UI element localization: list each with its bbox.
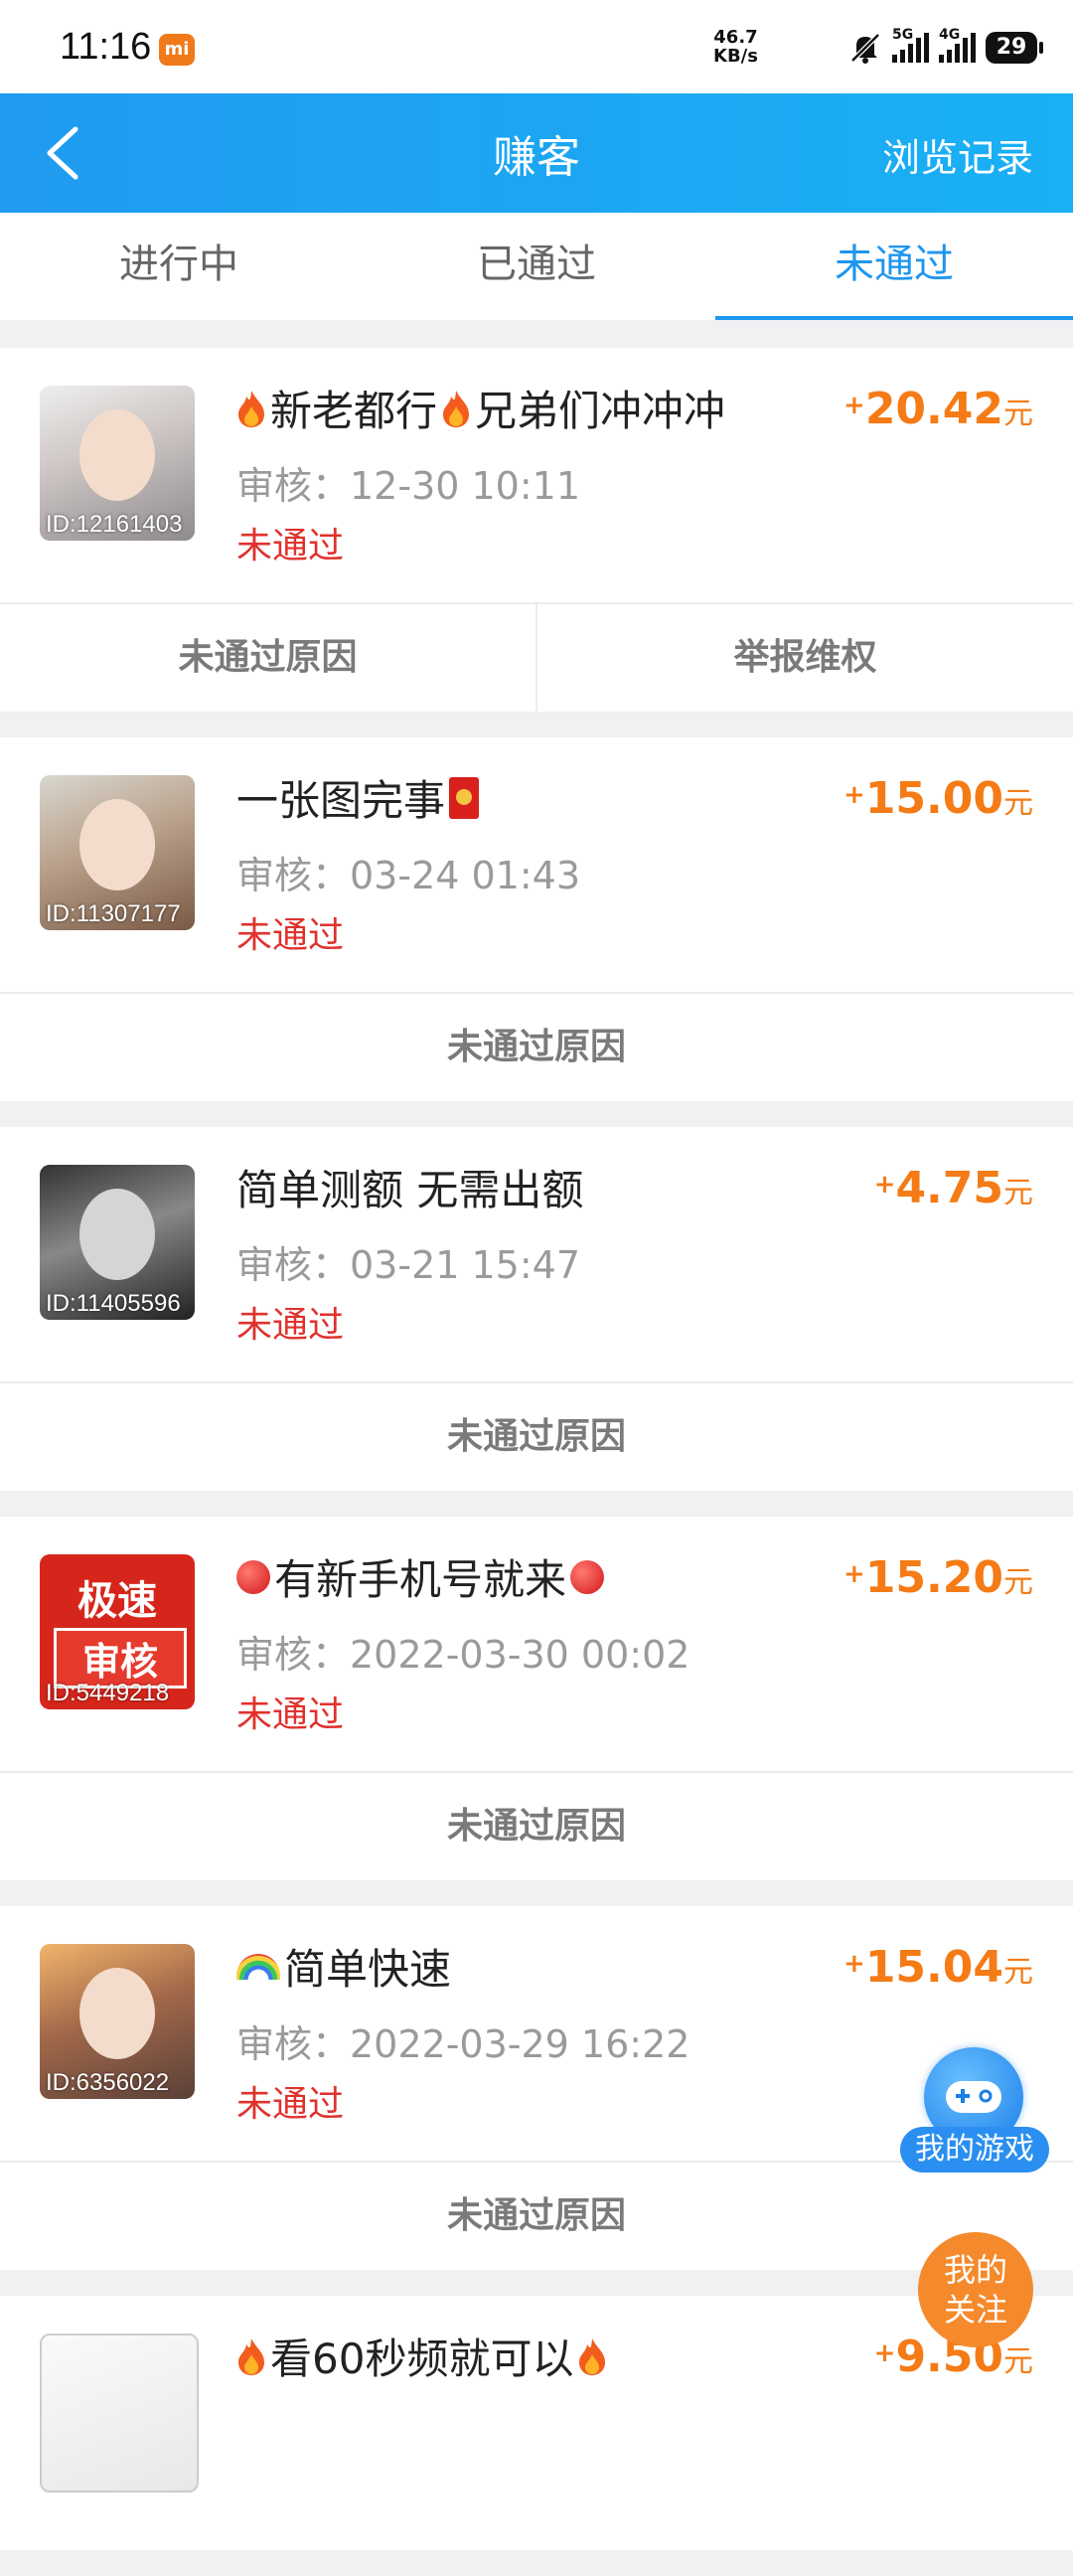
avatar-text-top: 极速 (77, 1578, 157, 1624)
task-title: 简单快速 (236, 1936, 451, 1997)
net-speed-unit: KB/s (713, 46, 758, 67)
task-card-body[interactable]: ID:11405596 简单测额 无需出额 审核：03-21 15:47 未通过… (0, 1127, 1073, 1381)
reward-amount: +15.00元 (843, 773, 1033, 824)
task-title-text: 新老都行 (270, 387, 438, 435)
avatar: ID:11405596 (40, 1165, 195, 1320)
task-card[interactable]: 极速 审核 ID:5449218 有新手机号就来 审核：2022-03-30 0… (0, 1517, 1073, 1880)
fire-icon (236, 389, 266, 428)
review-time: 审核：03-21 15:47 (236, 1243, 581, 1287)
red-circle-icon (236, 1559, 270, 1594)
net-speed-value: 46.7 (713, 27, 758, 48)
task-actions: 未通过原因 (0, 1771, 1073, 1880)
tab-in-progress[interactable]: 进行中 (0, 213, 358, 320)
net-speed: 46.7 KB/s (713, 28, 758, 66)
avatar: ID:12161403 (40, 386, 195, 541)
task-title-text: 简单快速 (284, 1945, 452, 1994)
task-title: 有新手机号就来 (236, 1546, 605, 1607)
signal-5g-icon: 5G (892, 27, 929, 63)
task-id: ID:11405596 (46, 1290, 181, 1317)
reward-amount: +4.75元 (873, 1163, 1033, 1213)
status-label: 未通过 (236, 526, 345, 566)
red-envelope-icon (449, 776, 480, 819)
reward-amount: +20.42元 (843, 384, 1033, 434)
task-title: 简单测额 无需出额 (236, 1157, 583, 1217)
avatar: 极速 审核 ID:5449218 (40, 1554, 195, 1709)
avatar-photo (79, 1968, 155, 2059)
my-games-label: 我的游戏 (900, 2127, 1049, 2173)
fire-icon (577, 2336, 607, 2376)
review-time: 审核：2022-03-30 00:02 (236, 1633, 690, 1677)
task-card[interactable]: ID:11307177 一张图完事 审核：03-24 01:43 未通过 +15… (0, 737, 1073, 1101)
mi-notification-icon: mi (159, 34, 195, 66)
rainbow-icon (236, 1953, 280, 1980)
review-time: 审核：03-24 01:43 (236, 854, 581, 897)
task-actions: 未通过原因 (0, 2161, 1073, 2270)
avatar: ID:11307177 (40, 775, 195, 930)
review-time: 审核：12-30 10:11 (236, 464, 581, 508)
task-card-body[interactable]: 看60秒频就可以 +9.50元 (0, 2296, 1073, 2550)
status-icons: 5G 4G 29 (848, 27, 1043, 68)
reject-reason-button[interactable]: 未通过原因 (0, 1773, 1073, 1880)
task-id: ID:5449218 (46, 1680, 170, 1706)
task-actions: 未通过原因 举报维权 (0, 602, 1073, 712)
avatar: ID:6356022 (40, 1944, 195, 2099)
task-title-text: 有新手机号就来 (274, 1555, 567, 1604)
signal-4g-icon: 4G (939, 27, 976, 63)
fire-icon (441, 389, 471, 428)
browse-history-button[interactable]: 浏览记录 (882, 127, 1033, 182)
my-follow-button[interactable]: 我的 关注 (918, 2232, 1033, 2347)
avatar-photo (79, 799, 155, 890)
task-title: 新老都行 兄弟们冲冲冲 (236, 378, 725, 438)
my-games-button[interactable]: 我的游戏 (900, 2047, 1049, 2176)
status-bar: 11:16 mi 46.7 KB/s 5G 4G 29 (0, 0, 1073, 93)
reject-reason-button[interactable]: 未通过原因 (0, 2163, 1073, 2270)
avatar-photo (79, 1189, 155, 1280)
app-header: 赚客 浏览记录 (0, 93, 1073, 213)
task-id: ID:12161403 (46, 511, 183, 538)
reward-amount: +15.20元 (843, 1552, 1033, 1603)
task-card[interactable]: ID:12161403 新老都行 兄弟们冲冲冲 审核：12-30 10:11 未… (0, 348, 1073, 712)
task-title: 一张图完事 (236, 767, 480, 828)
task-list: ID:12161403 新老都行 兄弟们冲冲冲 审核：12-30 10:11 未… (0, 348, 1073, 2576)
status-label: 未通过 (236, 1694, 345, 1735)
red-circle-icon (570, 1559, 605, 1594)
task-card-body[interactable]: ID:11307177 一张图完事 审核：03-24 01:43 未通过 +15… (0, 737, 1073, 992)
report-appeal-button[interactable]: 举报维权 (536, 604, 1073, 712)
task-title-text: 简单测额 无需出额 (236, 1166, 584, 1214)
reject-reason-button[interactable]: 未通过原因 (0, 1383, 1073, 1491)
task-title: 看60秒频就可以 (236, 2326, 607, 2386)
status-label: 未通过 (236, 2084, 345, 2125)
avatar (40, 2334, 199, 2493)
task-title-text: 看60秒频就可以 (270, 2334, 574, 2383)
task-actions: 未通过原因 (0, 1381, 1073, 1491)
status-tabs: 进行中 已通过 未通过 (0, 213, 1073, 320)
task-title-text: 一张图完事 (236, 776, 446, 825)
status-label: 未通过 (236, 1305, 345, 1346)
task-card-body[interactable]: ID:12161403 新老都行 兄弟们冲冲冲 审核：12-30 10:11 未… (0, 348, 1073, 602)
status-time: 11:16 (60, 26, 152, 68)
fire-icon (236, 2336, 266, 2376)
my-follow-label-line1: 我的 (943, 2251, 1007, 2289)
tab-passed[interactable]: 已通过 (358, 213, 715, 320)
task-id: ID:11307177 (46, 900, 181, 927)
task-title-text-2: 兄弟们冲冲冲 (475, 387, 726, 435)
task-id: ID:6356022 (46, 2069, 170, 2096)
reject-reason-button[interactable]: 未通过原因 (0, 994, 1073, 1101)
reward-amount: +15.04元 (843, 1942, 1033, 1993)
battery-icon: 29 (986, 32, 1043, 64)
my-follow-label-line2: 关注 (943, 2291, 1007, 2329)
task-card-body[interactable]: 极速 审核 ID:5449218 有新手机号就来 审核：2022-03-30 0… (0, 1517, 1073, 1771)
avatar-photo (79, 409, 155, 501)
review-time: 审核：2022-03-29 16:22 (236, 2022, 690, 2066)
mute-bell-icon (850, 33, 880, 64)
task-actions: 未通过原因 (0, 992, 1073, 1101)
task-card[interactable]: 看60秒频就可以 +9.50元 (0, 2296, 1073, 2550)
status-label: 未通过 (236, 915, 345, 956)
task-card[interactable]: ID:11405596 简单测额 无需出额 审核：03-21 15:47 未通过… (0, 1127, 1073, 1491)
tab-not-passed[interactable]: 未通过 (715, 213, 1073, 320)
reject-reason-button[interactable]: 未通过原因 (0, 604, 536, 712)
